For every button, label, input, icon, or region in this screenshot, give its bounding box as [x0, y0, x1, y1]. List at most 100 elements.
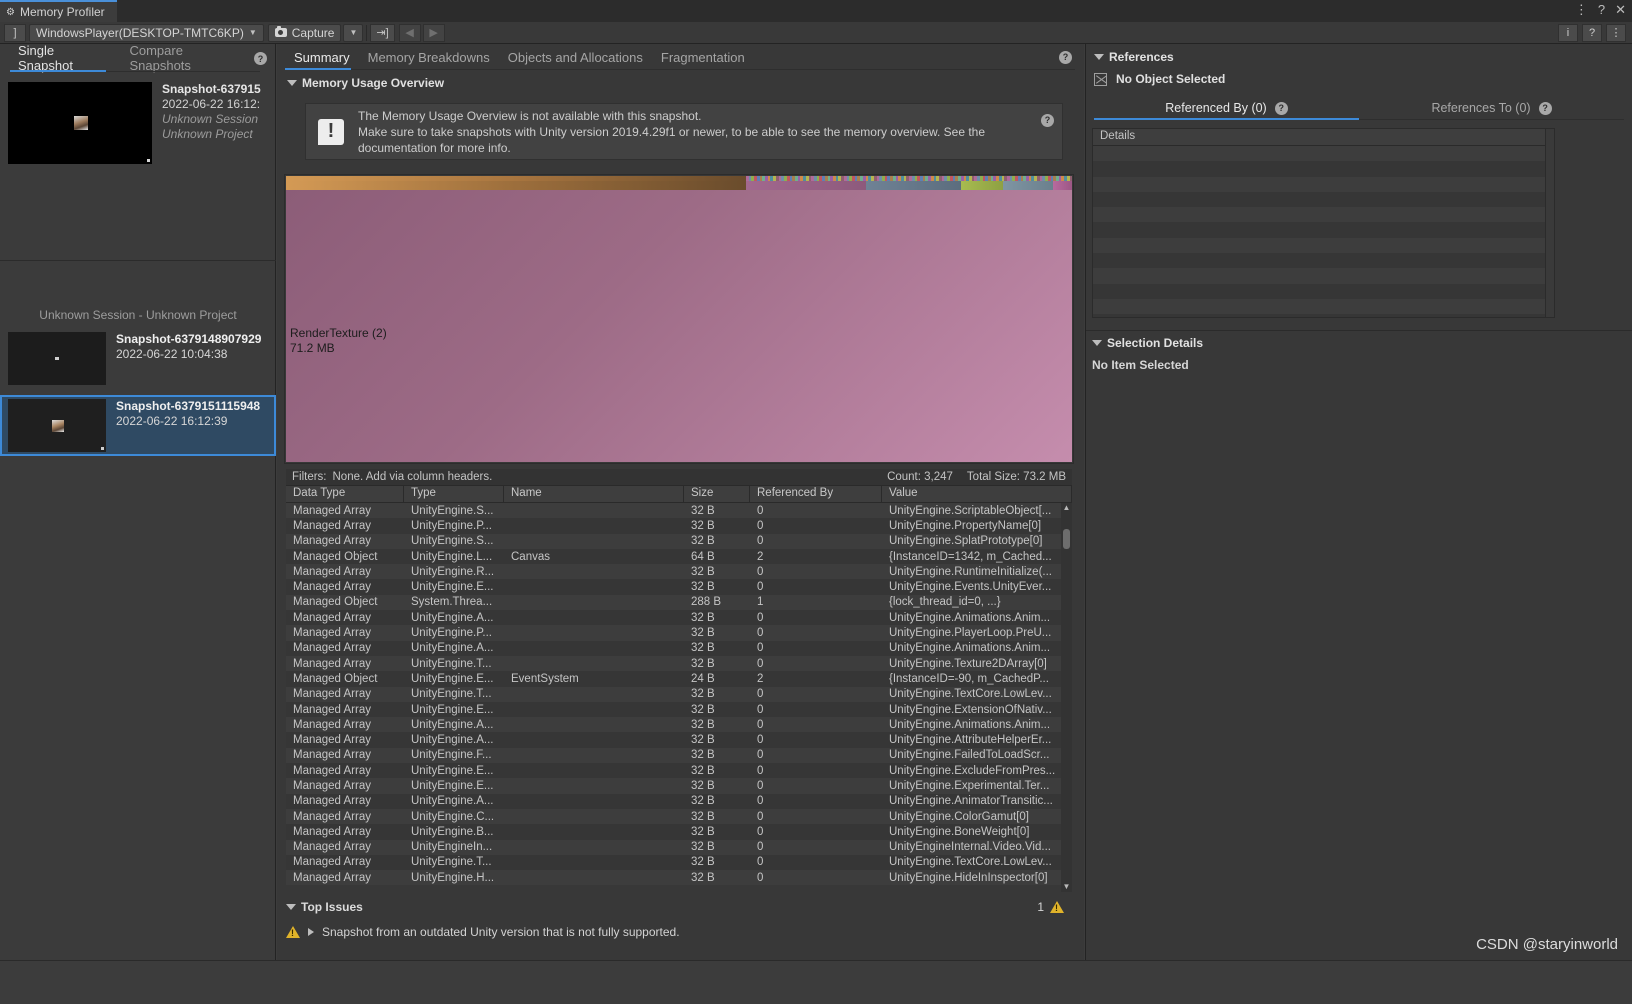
nav-forward-button[interactable]: ▶	[422, 23, 445, 42]
references-to-help-icon[interactable]: ?	[1538, 101, 1552, 115]
table-cell: {InstanceID=1342, m_Cached...	[889, 550, 1052, 563]
window-close-icon[interactable]: ✕	[1615, 2, 1626, 18]
tab-single-snapshot[interactable]: Single Snapshot	[8, 43, 119, 73]
treemap-block[interactable]	[866, 181, 961, 190]
tab-references-to[interactable]: References To (0) ?	[1359, 97, 1624, 119]
treemap-block[interactable]	[286, 181, 746, 190]
infobox-help-icon[interactable]: ?	[1041, 112, 1054, 127]
table-cell: 32 B	[691, 627, 715, 640]
table-column-header[interactable]: Value	[882, 486, 1072, 502]
tab-memory-breakdowns[interactable]: Memory Breakdowns	[359, 45, 499, 69]
window-menu-icon[interactable]: ⋮	[1575, 2, 1588, 18]
tab-fragmentation[interactable]: Fragmentation	[652, 45, 754, 69]
warning-icon	[1050, 901, 1064, 913]
memory-usage-overview-foldout[interactable]: Memory Usage Overview	[277, 70, 1084, 94]
info-button[interactable]: i	[1558, 23, 1578, 42]
table-row[interactable]: Managed Array UnityEngine.E... 32 B 0 UnityE…	[286, 701, 1072, 718]
top-issue-item[interactable]: Snapshot from an outdated Unity version …	[286, 925, 1072, 939]
details-column-header[interactable]: Details	[1093, 129, 1554, 146]
tab-compare-snapshots[interactable]: Compare Snapshots	[119, 43, 254, 73]
details-empty-row	[1093, 176, 1554, 192]
chevron-right-icon[interactable]	[308, 928, 314, 936]
tab-summary[interactable]: Summary	[285, 45, 359, 69]
table-cell: Managed Array	[293, 688, 371, 701]
nav-back-button[interactable]: ◀	[398, 23, 421, 42]
capture-button[interactable]: Capture	[267, 23, 342, 42]
memory-treemap[interactable]: RenderTexture (2) 71.2 MB	[286, 176, 1072, 462]
overflow-menu-button[interactable]: ⋮	[1606, 23, 1626, 42]
table-cell: 32 B	[691, 535, 715, 548]
table-column-header[interactable]: Type	[404, 486, 504, 502]
table-row[interactable]: Managed Array UnityEngineIn... 32 B 0 UnityE…	[286, 839, 1072, 855]
treemap-block[interactable]	[746, 181, 866, 190]
table-row[interactable]: Managed Array UnityEngine.A... 32 B 0 UnityE…	[286, 610, 1072, 626]
table-column-header[interactable]: Name	[504, 486, 684, 502]
table-row[interactable]: Managed Array UnityEngine.S... 32 B 0 UnityE…	[286, 503, 1072, 519]
window-help-icon[interactable]: ?	[1598, 2, 1605, 18]
table-row[interactable]: Managed Array UnityEngine.E... 32 B 0 UnityE…	[286, 579, 1072, 595]
table-row[interactable]: Managed Object System.Threa... 288 B 1 {lock…	[286, 594, 1072, 611]
capture-options-dropdown[interactable]: ▼	[343, 23, 364, 42]
snapshot-list: Snapshot-6379148907929 2022-06-22 10:04:…	[0, 328, 276, 456]
treemap-block[interactable]	[961, 181, 1003, 190]
open-snapshot-card[interactable]: Snapshot-637915 2022-06-22 16:12: Unknow…	[0, 72, 275, 164]
window-tab-memory-profiler[interactable]: ⚙ Memory Profiler	[0, 0, 117, 22]
table-row[interactable]: Managed Array UnityEngine.E... 32 B 0 UnityE…	[286, 778, 1072, 794]
details-scrollbar-area[interactable]	[1545, 129, 1554, 317]
scrollbar-thumb[interactable]	[1063, 529, 1070, 549]
snapshot-tabs-help-icon[interactable]: ?	[254, 51, 267, 66]
table-row[interactable]: Managed Array UnityEngine.A... 32 B 0 UnityE…	[286, 640, 1072, 656]
table-row[interactable]: Managed Array UnityEngine.A... 32 B 0 UnityE…	[286, 732, 1072, 748]
scroll-up-icon[interactable]: ▲	[1063, 503, 1071, 513]
table-row[interactable]: Managed Array UnityEngine.F... 32 B 0 UnityE…	[286, 747, 1072, 764]
table-cell: 0	[757, 519, 764, 532]
table-column-header[interactable]: Size	[684, 486, 750, 502]
sidebar-toggle-button[interactable]: ]	[4, 23, 26, 42]
tab-objects-and-allocations[interactable]: Objects and Allocations	[499, 45, 652, 69]
top-issues-foldout[interactable]: Top Issues 1	[286, 897, 1072, 917]
table-scrollbar[interactable]: ▲ ▼	[1061, 503, 1072, 892]
import-snapshot-button[interactable]: ⇥]	[370, 23, 395, 42]
table-cell: UnityEngine.ColorGamut[0]	[889, 810, 1029, 823]
table-cell: 32 B	[691, 825, 715, 838]
table-row[interactable]: Managed Array UnityEngine.A... 32 B 0 UnityE…	[286, 717, 1072, 733]
table-column-header[interactable]: Data Type	[286, 486, 404, 502]
snapshot-warning-infobox: ! The Memory Usage Overview is not avail…	[305, 103, 1063, 160]
top-issues-count-group: 1	[1037, 900, 1072, 914]
table-row[interactable]: Managed Array UnityEngine.S... 32 B 0 UnityE…	[286, 533, 1072, 549]
table-cell: Managed Array	[293, 718, 371, 731]
table-cell: 32 B	[691, 779, 715, 792]
table-row[interactable]: Managed Array UnityEngine.P... 32 B 0 UnityE…	[286, 625, 1072, 641]
table-row[interactable]: Managed Array UnityEngine.E... 32 B 0 UnityE…	[286, 763, 1072, 779]
table-row[interactable]: Managed Object UnityEngine.E... EventSyste…	[286, 671, 1072, 687]
table-row[interactable]: Managed Array UnityEngine.T... 32 B 0 UnityE…	[286, 854, 1072, 871]
table-column-header[interactable]: Referenced By	[750, 486, 882, 502]
table-row[interactable]: Managed Array UnityEngine.P... 32 B 0 UnityE…	[286, 518, 1072, 534]
treemap-block[interactable]	[1003, 181, 1053, 190]
treemap-block[interactable]	[1053, 181, 1072, 190]
treemap-rendertexture-block[interactable]: RenderTexture (2) 71.2 MB	[286, 190, 1072, 462]
tab-referenced-by[interactable]: Referenced By (0) ?	[1094, 97, 1359, 119]
table-row[interactable]: Managed Object UnityEngine.L... Canvas 64 B…	[286, 548, 1072, 565]
table-row[interactable]: Managed Array UnityEngine.C... 32 B 0 UnityE…	[286, 808, 1072, 825]
table-row[interactable]: Managed Array UnityEngine.B... 32 B 0 UnityE…	[286, 824, 1072, 840]
main-tabs-help-icon[interactable]: ?	[1059, 49, 1072, 64]
table-row[interactable]: Managed Array UnityEngine.A... 32 B 0 UnityE…	[286, 793, 1072, 809]
scroll-down-icon[interactable]: ▼	[1063, 882, 1071, 892]
snapshot-name: Snapshot-637915	[162, 82, 261, 96]
table-row[interactable]: Managed Array UnityEngine.T... 32 B 0 UnityE…	[286, 655, 1072, 672]
referenced-by-help-icon[interactable]: ?	[1274, 101, 1288, 115]
table-cell: Managed Array	[293, 825, 371, 838]
snapshot-list-item-1[interactable]: Snapshot-6379148907929 2022-06-22 10:04:…	[0, 328, 276, 389]
table-row[interactable]: Managed Array UnityEngine.R... 32 B 0 UnityE…	[286, 564, 1072, 580]
references-foldout[interactable]: References	[1086, 44, 1632, 68]
selection-details-foldout[interactable]: Selection Details	[1092, 336, 1203, 350]
snapshot-list-item-2[interactable]: Snapshot-6379151115948 2022-06-22 16:12:…	[0, 395, 276, 456]
table-cell: 0	[757, 718, 764, 731]
table-cell: 32 B	[691, 519, 715, 532]
table-row[interactable]: Managed Array UnityEngine.T... 32 B 0 UnityE…	[286, 686, 1072, 702]
help-button[interactable]: ?	[1582, 23, 1602, 42]
filters-value[interactable]: None. Add via column headers.	[333, 471, 493, 483]
table-row[interactable]: Managed Array UnityEngine.H... 32 B 0 UnityE…	[286, 870, 1072, 886]
target-dropdown[interactable]: WindowsPlayer(DESKTOP-TMTC6KP) ▼	[29, 23, 264, 42]
